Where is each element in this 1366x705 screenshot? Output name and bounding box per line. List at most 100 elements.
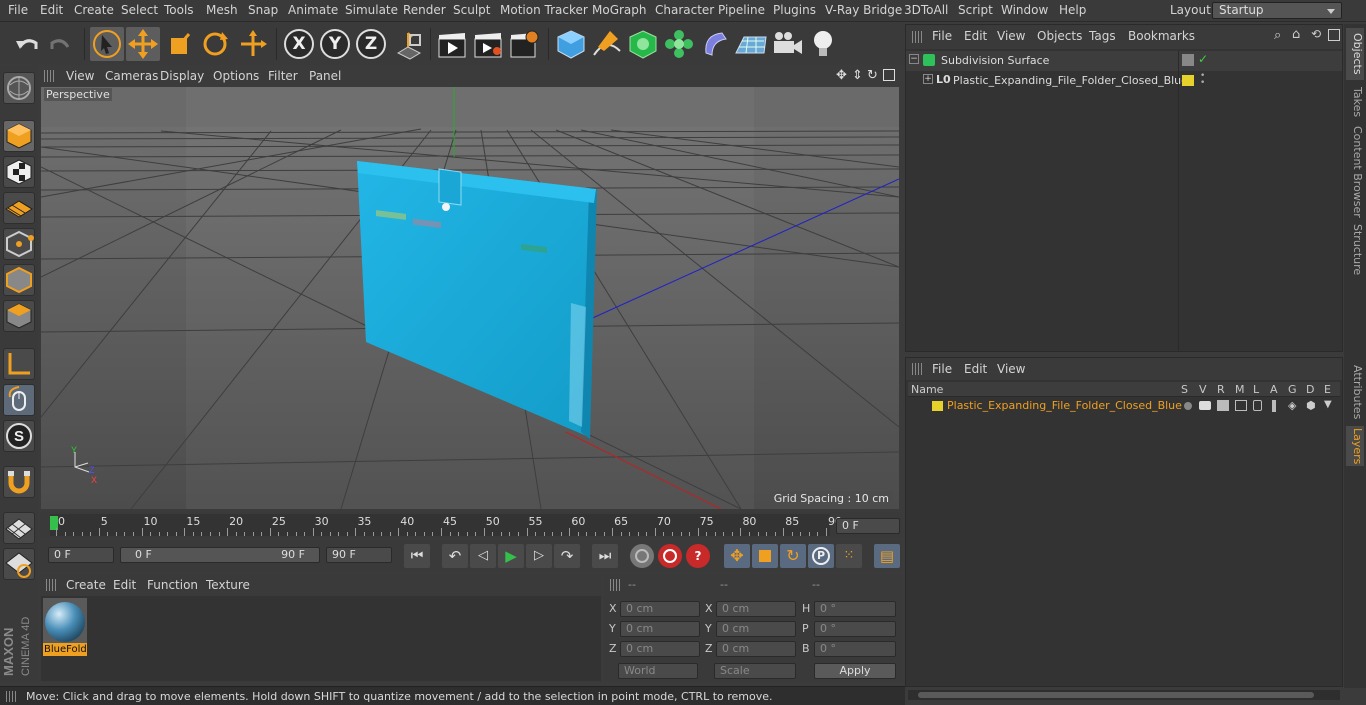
texture-mode-button[interactable] [3, 156, 35, 188]
tab-takes[interactable]: Takes [1346, 84, 1364, 120]
tab-layers[interactable]: Layers [1346, 426, 1364, 466]
layer-color-swatch[interactable] [1182, 75, 1194, 86]
rotate-tool-button[interactable] [198, 27, 232, 61]
menu-edit[interactable]: Edit [40, 3, 63, 17]
pos-y-field[interactable]: 0 cm [620, 621, 700, 637]
model-mode-button[interactable] [3, 120, 35, 152]
tab-attributes[interactable]: Attributes [1346, 362, 1364, 422]
previous-frame-button[interactable]: ◁ [470, 544, 496, 568]
pen-spline-button[interactable] [590, 27, 624, 61]
viewport-menu-panel[interactable]: Panel [309, 69, 341, 83]
generator-icon[interactable]: ◈ [1288, 399, 1296, 412]
go-to-end-button[interactable]: ⏭ [592, 544, 618, 568]
menu-mograph[interactable]: MoGraph [592, 3, 647, 17]
frame-range-slider[interactable]: 0 F 90 F [120, 547, 320, 563]
layer-menu-view[interactable]: View [997, 362, 1025, 376]
floor-button[interactable] [734, 27, 768, 61]
workplane-mode-button[interactable] [3, 192, 35, 224]
menu-snap[interactable]: Snap [248, 3, 278, 17]
menu-render[interactable]: Render [403, 3, 446, 17]
coordinate-space-select[interactable]: World [618, 663, 698, 679]
next-frame-button[interactable]: ▷ [526, 544, 552, 568]
viewport-maximize-icon[interactable] [883, 69, 895, 81]
workplane-lock-button[interactable] [3, 512, 35, 544]
size-z-field[interactable]: 0 cm [716, 641, 796, 657]
menu-simulate[interactable]: Simulate [345, 3, 398, 17]
horizontal-scrollbar[interactable] [908, 690, 1340, 700]
pos-z-field[interactable]: 0 cm [620, 641, 700, 657]
viewport-menu-view[interactable]: View [66, 69, 94, 83]
rot-b-field[interactable]: 0 ° [814, 641, 896, 657]
polygons-mode-button[interactable] [3, 300, 35, 332]
menu-sculpt[interactable]: Sculpt [453, 3, 490, 17]
menu-3dtoall[interactable]: 3DToAll [904, 3, 948, 17]
z-axis-lock-button[interactable]: Z [354, 27, 388, 61]
rot-h-field[interactable]: 0 ° [814, 601, 896, 617]
tweak-mode-button[interactable] [3, 384, 35, 416]
redo-button[interactable] [44, 27, 78, 61]
magnet-button[interactable] [3, 466, 35, 498]
make-editable-button[interactable] [3, 72, 35, 104]
scrollbar-thumb[interactable] [918, 692, 1314, 698]
render-picture-viewer-button[interactable] [471, 27, 505, 61]
previous-key-button[interactable]: ↶ [442, 544, 468, 568]
viewport-zoom-icon[interactable]: ⇕ [852, 68, 863, 83]
solo-toggle-icon[interactable] [1184, 402, 1192, 410]
render-clapper-icon[interactable] [1217, 400, 1229, 411]
go-to-start-button[interactable]: ⏮ [404, 544, 430, 568]
size-y-field[interactable]: 0 cm [716, 621, 796, 637]
snap-toggle-button[interactable]: S [3, 420, 35, 452]
object-row-folder[interactable]: + L0 Plastic_Expanding_File_Folder_Close… [906, 71, 1342, 91]
layer-color-swatch[interactable] [932, 401, 943, 411]
apply-button[interactable]: Apply [814, 663, 896, 679]
next-key-button[interactable]: ↷ [554, 544, 580, 568]
menu-animate[interactable]: Animate [288, 3, 338, 17]
object-menu-edit[interactable]: Edit [964, 29, 987, 43]
object-menu-objects[interactable]: Objects [1037, 29, 1082, 43]
material-menu-texture[interactable]: Texture [206, 578, 250, 592]
render-dots-icon[interactable]: • • [1200, 72, 1205, 88]
select-tool-button[interactable] [90, 27, 124, 61]
object-menu-bookmarks[interactable]: Bookmarks [1128, 29, 1195, 43]
collapse-toggle-icon[interactable]: − [909, 54, 919, 64]
material-menu-create[interactable]: Create [66, 578, 106, 592]
end-frame-field[interactable]: 90 F [326, 547, 392, 563]
menu-mesh[interactable]: Mesh [206, 3, 238, 17]
viewport-menu-cameras[interactable]: Cameras [105, 69, 158, 83]
object-menu-view[interactable]: View [997, 29, 1025, 43]
key-parameter-button[interactable]: P [808, 544, 834, 568]
autokey-button[interactable] [658, 544, 682, 568]
menu-window[interactable]: Window [1001, 3, 1048, 17]
menu-character[interactable]: Character [655, 3, 714, 17]
visibility-toggle-icon[interactable] [1182, 54, 1194, 66]
material-item[interactable]: BlueFold [43, 598, 87, 656]
tab-content-browser[interactable]: Content Browser [1346, 124, 1364, 220]
key-scale-button[interactable] [752, 544, 778, 568]
menu-script[interactable]: Script [958, 3, 993, 17]
record-keys-button[interactable] [630, 544, 654, 568]
manager-icon[interactable] [1235, 400, 1247, 411]
tab-structure[interactable]: Structure [1346, 224, 1364, 276]
cube-primitive-button[interactable] [554, 27, 588, 61]
material-menu-edit[interactable]: Edit [113, 578, 136, 592]
undo-button[interactable] [10, 27, 44, 61]
start-frame-field[interactable]: 0 F [48, 547, 114, 563]
expand-toggle-icon[interactable]: + [923, 74, 933, 84]
y-axis-lock-button[interactable]: Y [318, 27, 352, 61]
viewport-menu-options[interactable]: Options [213, 69, 259, 83]
edges-mode-button[interactable] [3, 264, 35, 296]
render-view-button[interactable] [435, 27, 469, 61]
light-button[interactable] [806, 27, 840, 61]
menu-motion-tracker[interactable]: Motion Tracker [500, 3, 588, 17]
key-position-button[interactable]: ✥ [724, 544, 750, 568]
subdivision-surface-button[interactable] [626, 27, 660, 61]
layer-menu-edit[interactable]: Edit [964, 362, 987, 376]
deformer-icon[interactable]: ⬢ [1306, 399, 1316, 412]
viewport-menu-filter[interactable]: Filter [268, 69, 298, 83]
menu-plugins[interactable]: Plugins [773, 3, 816, 17]
menu-create[interactable]: Create [74, 3, 114, 17]
live-select-button[interactable] [236, 27, 270, 61]
points-mode-button[interactable] [3, 228, 35, 260]
object-row-subdivision[interactable]: − Subdivision Surface ✓ [906, 51, 1342, 71]
new-window-icon[interactable] [1328, 29, 1340, 41]
